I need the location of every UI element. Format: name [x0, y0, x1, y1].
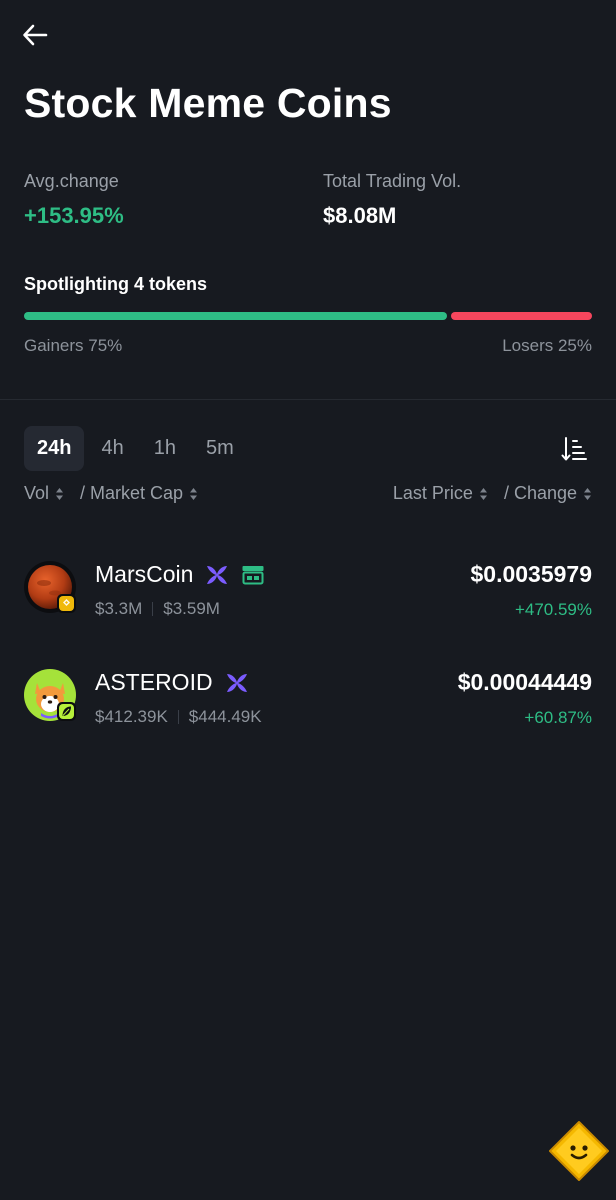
token-price: $0.00044449 [457, 669, 592, 695]
token-stats: $412.39K $444.49K [95, 707, 262, 727]
sort-caret-icon [56, 487, 64, 500]
token-name-group: ASTEROID [95, 669, 249, 696]
token-market-cap: $444.49K [188, 707, 262, 726]
token-stats: $3.3M $3.59M [95, 599, 220, 619]
sort-descending-icon [561, 437, 587, 461]
token-name: MarsCoin [95, 561, 194, 587]
tab-1h[interactable]: 1h [141, 426, 189, 471]
stat-separator [177, 710, 179, 724]
token-avatar [24, 561, 77, 614]
x-network-icon [207, 565, 228, 584]
stat-separator [152, 602, 154, 616]
gainers-segment [24, 312, 447, 320]
sort-caret-icon [584, 487, 591, 500]
page-title: Stock Meme Coins [24, 80, 392, 126]
total-volume-value: $8.08M [323, 203, 397, 228]
change-sort[interactable]: / Change [504, 483, 592, 504]
section-divider [0, 399, 616, 400]
token-volume: $412.39K [95, 707, 168, 726]
token-volume: $3.3M [95, 599, 143, 618]
losers-label: Losers 25% [502, 336, 592, 355]
avg-change-label: Avg.change [24, 171, 119, 191]
avg-change-value: +153.95% [24, 203, 124, 228]
gainers-label: Gainers 75% [24, 336, 123, 355]
tab-5m[interactable]: 5m [193, 426, 247, 471]
last-price-header: Last Price [392, 483, 473, 503]
sort-caret-icon [190, 487, 198, 500]
bnb-chain-badge-icon [57, 594, 76, 613]
token-avatar [24, 669, 77, 722]
ticket-icon [242, 565, 264, 584]
market-cap-sort[interactable]: / Market Cap [80, 483, 198, 504]
market-cap-header: / Market Cap [80, 483, 184, 503]
tab-4h[interactable]: 4h [88, 426, 136, 471]
vol-header: Vol [24, 483, 50, 503]
spotlight-label: Spotlighting 4 tokens [24, 274, 207, 294]
token-price: $0.0035979 [470, 561, 592, 587]
sort-caret-icon [479, 487, 487, 500]
losers-segment [451, 312, 592, 320]
token-change: +470.59% [514, 600, 592, 619]
sort-order-button[interactable] [560, 434, 590, 464]
leaf-badge-icon [57, 702, 76, 721]
timeframe-tabs: 24h 4h 1h 5m [24, 426, 251, 471]
right-column-header: Last Price / Change [393, 483, 592, 504]
total-volume-label: Total Trading Vol. [323, 171, 462, 191]
back-button[interactable] [18, 18, 52, 52]
gainers-losers-bar [24, 312, 592, 320]
tab-24h[interactable]: 24h [24, 426, 85, 471]
x-network-icon [226, 673, 247, 692]
token-market-cap: $3.59M [163, 599, 220, 618]
mascot-smiley-icon [549, 1121, 609, 1181]
arrow-left-icon [23, 24, 48, 46]
token-row-marscoin[interactable]: MarsCoin $3.3M $3.59M $0.0035979 +470.59… [0, 544, 616, 628]
vol-sort[interactable]: Vol [24, 483, 64, 504]
token-name-group: MarsCoin [95, 561, 265, 588]
last-price-sort[interactable]: Last Price [393, 483, 488, 504]
change-header: / Change [503, 483, 577, 503]
token-row-asteroid[interactable]: ASTEROID $412.39K $444.49K $0.00044449 +… [0, 652, 616, 736]
mascot-assistant-button[interactable] [548, 1120, 610, 1182]
token-change: +60.87% [524, 708, 592, 727]
token-name: ASTEROID [95, 669, 213, 695]
left-column-header: Vol / Market Cap [24, 483, 198, 504]
